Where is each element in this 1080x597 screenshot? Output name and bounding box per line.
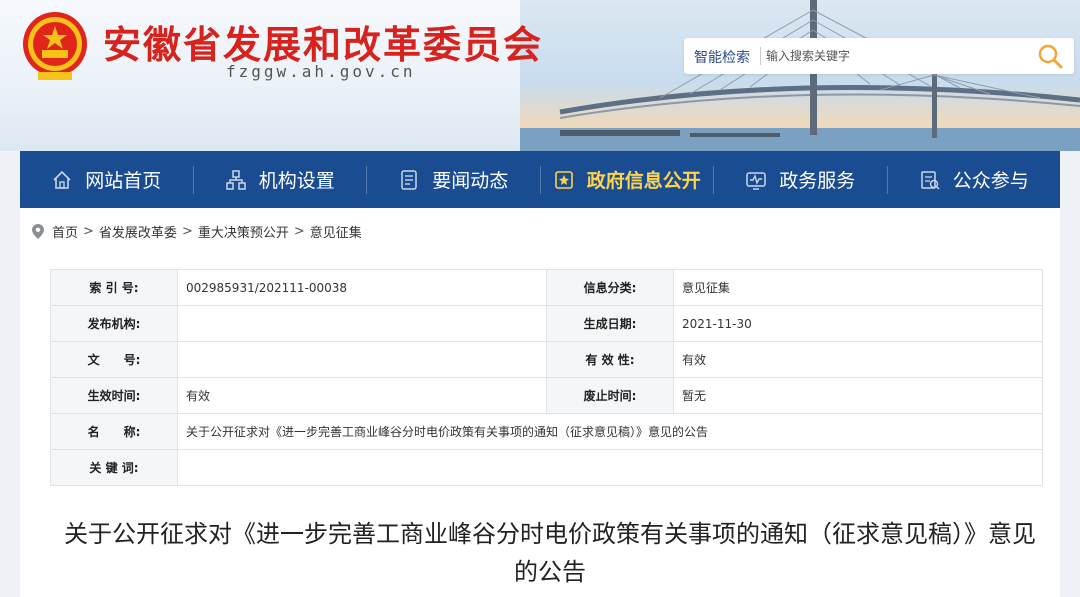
search-divider: [760, 47, 761, 65]
breadcrumb-major-decisions[interactable]: 重大决策预公开: [198, 222, 289, 241]
document-meta-table: 索 引 号: 002985931/202111-00038 信息分类: 意见征集…: [50, 269, 1043, 486]
category-value: 意见征集: [673, 269, 1043, 306]
smart-search-label[interactable]: 智能检索: [694, 47, 750, 67]
bridge-illustration: [520, 0, 1080, 151]
breadcrumb-opinion-collection[interactable]: 意见征集: [310, 222, 362, 241]
search-icon[interactable]: [1036, 43, 1064, 69]
search-input[interactable]: [766, 44, 1016, 68]
search-box: 智能检索: [684, 38, 1074, 74]
category-label: 信息分类:: [546, 269, 674, 306]
name-value: 关于公开征求对《进一步完善工商业峰谷分时电价政策有关事项的通知（征求意见稿）》意…: [177, 413, 1043, 450]
table-row: 索 引 号: 002985931/202111-00038 信息分类: 意见征集: [50, 269, 1043, 306]
nav-label: 公众参与: [952, 170, 1029, 192]
site-url: fzggw.ah.gov.cn: [226, 62, 416, 81]
keywords-value: [177, 449, 1043, 486]
national-emblem-icon: [23, 12, 87, 80]
nav-label: 政务服务: [779, 170, 856, 192]
date-value: 2021-11-30: [673, 305, 1043, 342]
nav-item-home[interactable]: 网站首页: [20, 151, 193, 208]
main-content: 首页 > 省发展改革委 > 重大决策预公开 > 意见征集 索 引 号: 0029…: [20, 208, 1060, 597]
breadcrumb-separator: >: [181, 224, 193, 239]
nav-label: 网站首页: [85, 170, 162, 192]
news-icon: [401, 169, 417, 190]
expire-label: 废止时间:: [546, 377, 674, 414]
table-row: 关 键 词:: [50, 449, 1043, 486]
nav-item-news[interactable]: 要闻动态: [367, 151, 540, 208]
name-label: 名 称:: [50, 413, 178, 450]
nav-item-participate[interactable]: 公众参与: [888, 151, 1061, 208]
index-value: 002985931/202111-00038: [177, 269, 547, 306]
home-icon: [53, 170, 71, 189]
service-icon: [746, 171, 766, 190]
nav-label: 机构设置: [258, 170, 335, 192]
nav-item-info-open[interactable]: 政府信息公开: [541, 151, 714, 208]
participate-icon: [920, 170, 940, 190]
expire-value: 暂无: [673, 377, 1043, 414]
breadcrumb-separator: >: [293, 224, 305, 239]
article-title: 关于公开征求对《进一步完善工商业峰谷分时电价政策有关事项的通知（征求意见稿）》意…: [64, 520, 1036, 586]
breadcrumb-home[interactable]: 首页: [52, 222, 78, 241]
main-nav: 网站首页 机构设置 要闻动态 政府信息公开 政务服务 公众参与: [20, 151, 1060, 208]
table-row: 生效时间: 有效 废止时间: 暂无: [50, 377, 1043, 414]
date-label: 生成日期:: [546, 305, 674, 342]
table-row: 文 号: 有 效 性: 有效: [50, 341, 1043, 378]
nav-label: 政府信息公开: [586, 170, 701, 192]
breadcrumb: 首页 > 省发展改革委 > 重大决策预公开 > 意见征集: [32, 222, 362, 241]
validity-label: 有 效 性:: [546, 341, 674, 378]
effective-label: 生效时间:: [50, 377, 178, 414]
validity-value: 有效: [673, 341, 1043, 378]
site-title[interactable]: 安徽省发展和改革委员会: [103, 14, 543, 69]
docno-label: 文 号:: [50, 341, 178, 378]
table-row: 发布机构: 生成日期: 2021-11-30: [50, 305, 1043, 342]
publisher-label: 发布机构:: [50, 305, 178, 342]
effective-value: 有效: [177, 377, 547, 414]
nav-item-service[interactable]: 政务服务: [714, 151, 887, 208]
breadcrumb-commission[interactable]: 省发展改革委: [99, 222, 177, 241]
docno-value: [177, 341, 547, 378]
nav-label: 要闻动态: [432, 170, 509, 192]
table-row: 名 称: 关于公开征求对《进一步完善工商业峰谷分时电价政策有关事项的通知（征求意…: [50, 413, 1043, 450]
org-icon: [225, 169, 246, 190]
publisher-value: [177, 305, 547, 342]
keywords-label: 关 键 词:: [50, 449, 178, 486]
location-pin-icon: [32, 224, 44, 239]
breadcrumb-separator: >: [83, 224, 94, 239]
index-label: 索 引 号:: [50, 269, 178, 306]
nav-item-org[interactable]: 机构设置: [194, 151, 367, 208]
site-header: 安徽省发展和改革委员会 fzggw.ah.gov.cn 智能检索: [0, 0, 1080, 151]
info-open-icon: [554, 170, 573, 189]
